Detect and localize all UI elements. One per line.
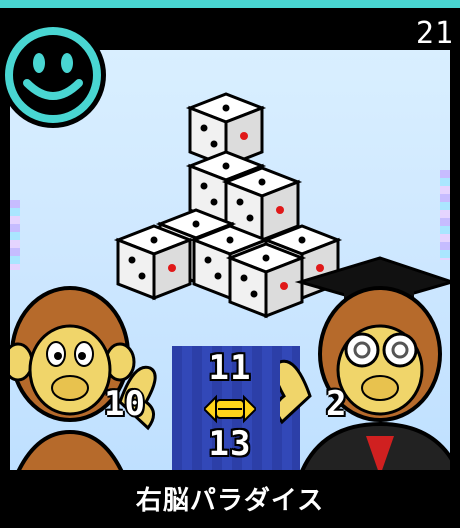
game-title: 右脳パラダイス bbox=[135, 486, 325, 516]
score-counter: 21 bbox=[415, 16, 454, 51]
smiley-face-icon bbox=[5, 27, 101, 123]
top-accent-bar bbox=[0, 0, 460, 8]
double-arrow-selector-icon[interactable] bbox=[204, 394, 256, 424]
choice-top-number[interactable]: 11 bbox=[0, 348, 460, 388]
right-player-answer: 2 bbox=[326, 384, 347, 424]
game-screen: 21 11 13 10 2 右脳パラダイス bbox=[0, 0, 460, 528]
left-player-answer: 10 bbox=[104, 384, 145, 424]
choice-bottom-number[interactable]: 13 bbox=[0, 424, 460, 464]
